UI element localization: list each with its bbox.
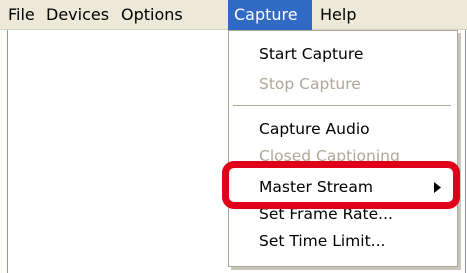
menu-item-set-frame-rate[interactable]: Set Frame Rate... [229, 201, 457, 227]
menu-item-start-capture[interactable]: Start Capture [229, 41, 457, 67]
menu-item-master-stream[interactable]: Master Stream [229, 174, 457, 200]
menu-file[interactable]: File [2, 0, 41, 30]
window-frame-left [7, 30, 8, 273]
app-window: File Devices Options Capture Help Start … [0, 0, 467, 273]
menu-item-capture-audio[interactable]: Capture Audio [229, 116, 457, 142]
menu-item-set-time-limit[interactable]: Set Time Limit... [229, 228, 457, 254]
menu-separator [233, 105, 451, 106]
menu-devices[interactable]: Devices [40, 0, 115, 30]
submenu-arrow-icon [433, 174, 443, 200]
window-frame-right [465, 30, 466, 273]
menu-bar: File Devices Options Capture Help [0, 0, 467, 30]
menu-item-master-stream-label: Master Stream [259, 178, 373, 196]
menu-options[interactable]: Options [115, 0, 189, 30]
menu-item-stop-capture: Stop Capture [259, 75, 361, 93]
capture-dropdown-menu: Start Capture Stop Capture Capture Audio… [228, 30, 458, 267]
menu-capture[interactable]: Capture [228, 0, 312, 30]
menu-help[interactable]: Help [314, 0, 362, 30]
menu-item-closed-captioning: Closed Captioning [259, 147, 400, 165]
